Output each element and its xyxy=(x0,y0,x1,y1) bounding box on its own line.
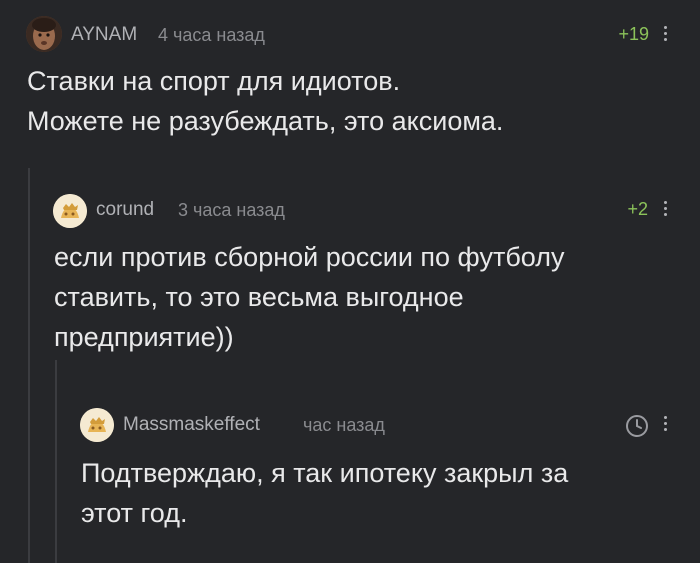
avatar-placeholder-icon xyxy=(80,408,114,442)
comment-line: этот год. xyxy=(81,498,188,528)
comment-line: Подтверждаю, я так ипотеку закрыл за xyxy=(81,458,569,488)
comment-time[interactable]: час назад xyxy=(303,415,385,436)
avatar[interactable] xyxy=(80,408,114,442)
comment-massmaskeffect: Massmaskeffect час назад Подтверждаю, я … xyxy=(0,0,700,563)
clock-icon[interactable] xyxy=(625,414,649,438)
comment-body: Подтверждаю, я так ипотеку закрыл за это… xyxy=(81,453,568,533)
author-name[interactable]: Massmaskeffect xyxy=(123,414,260,436)
more-vertical-icon[interactable] xyxy=(664,416,668,434)
